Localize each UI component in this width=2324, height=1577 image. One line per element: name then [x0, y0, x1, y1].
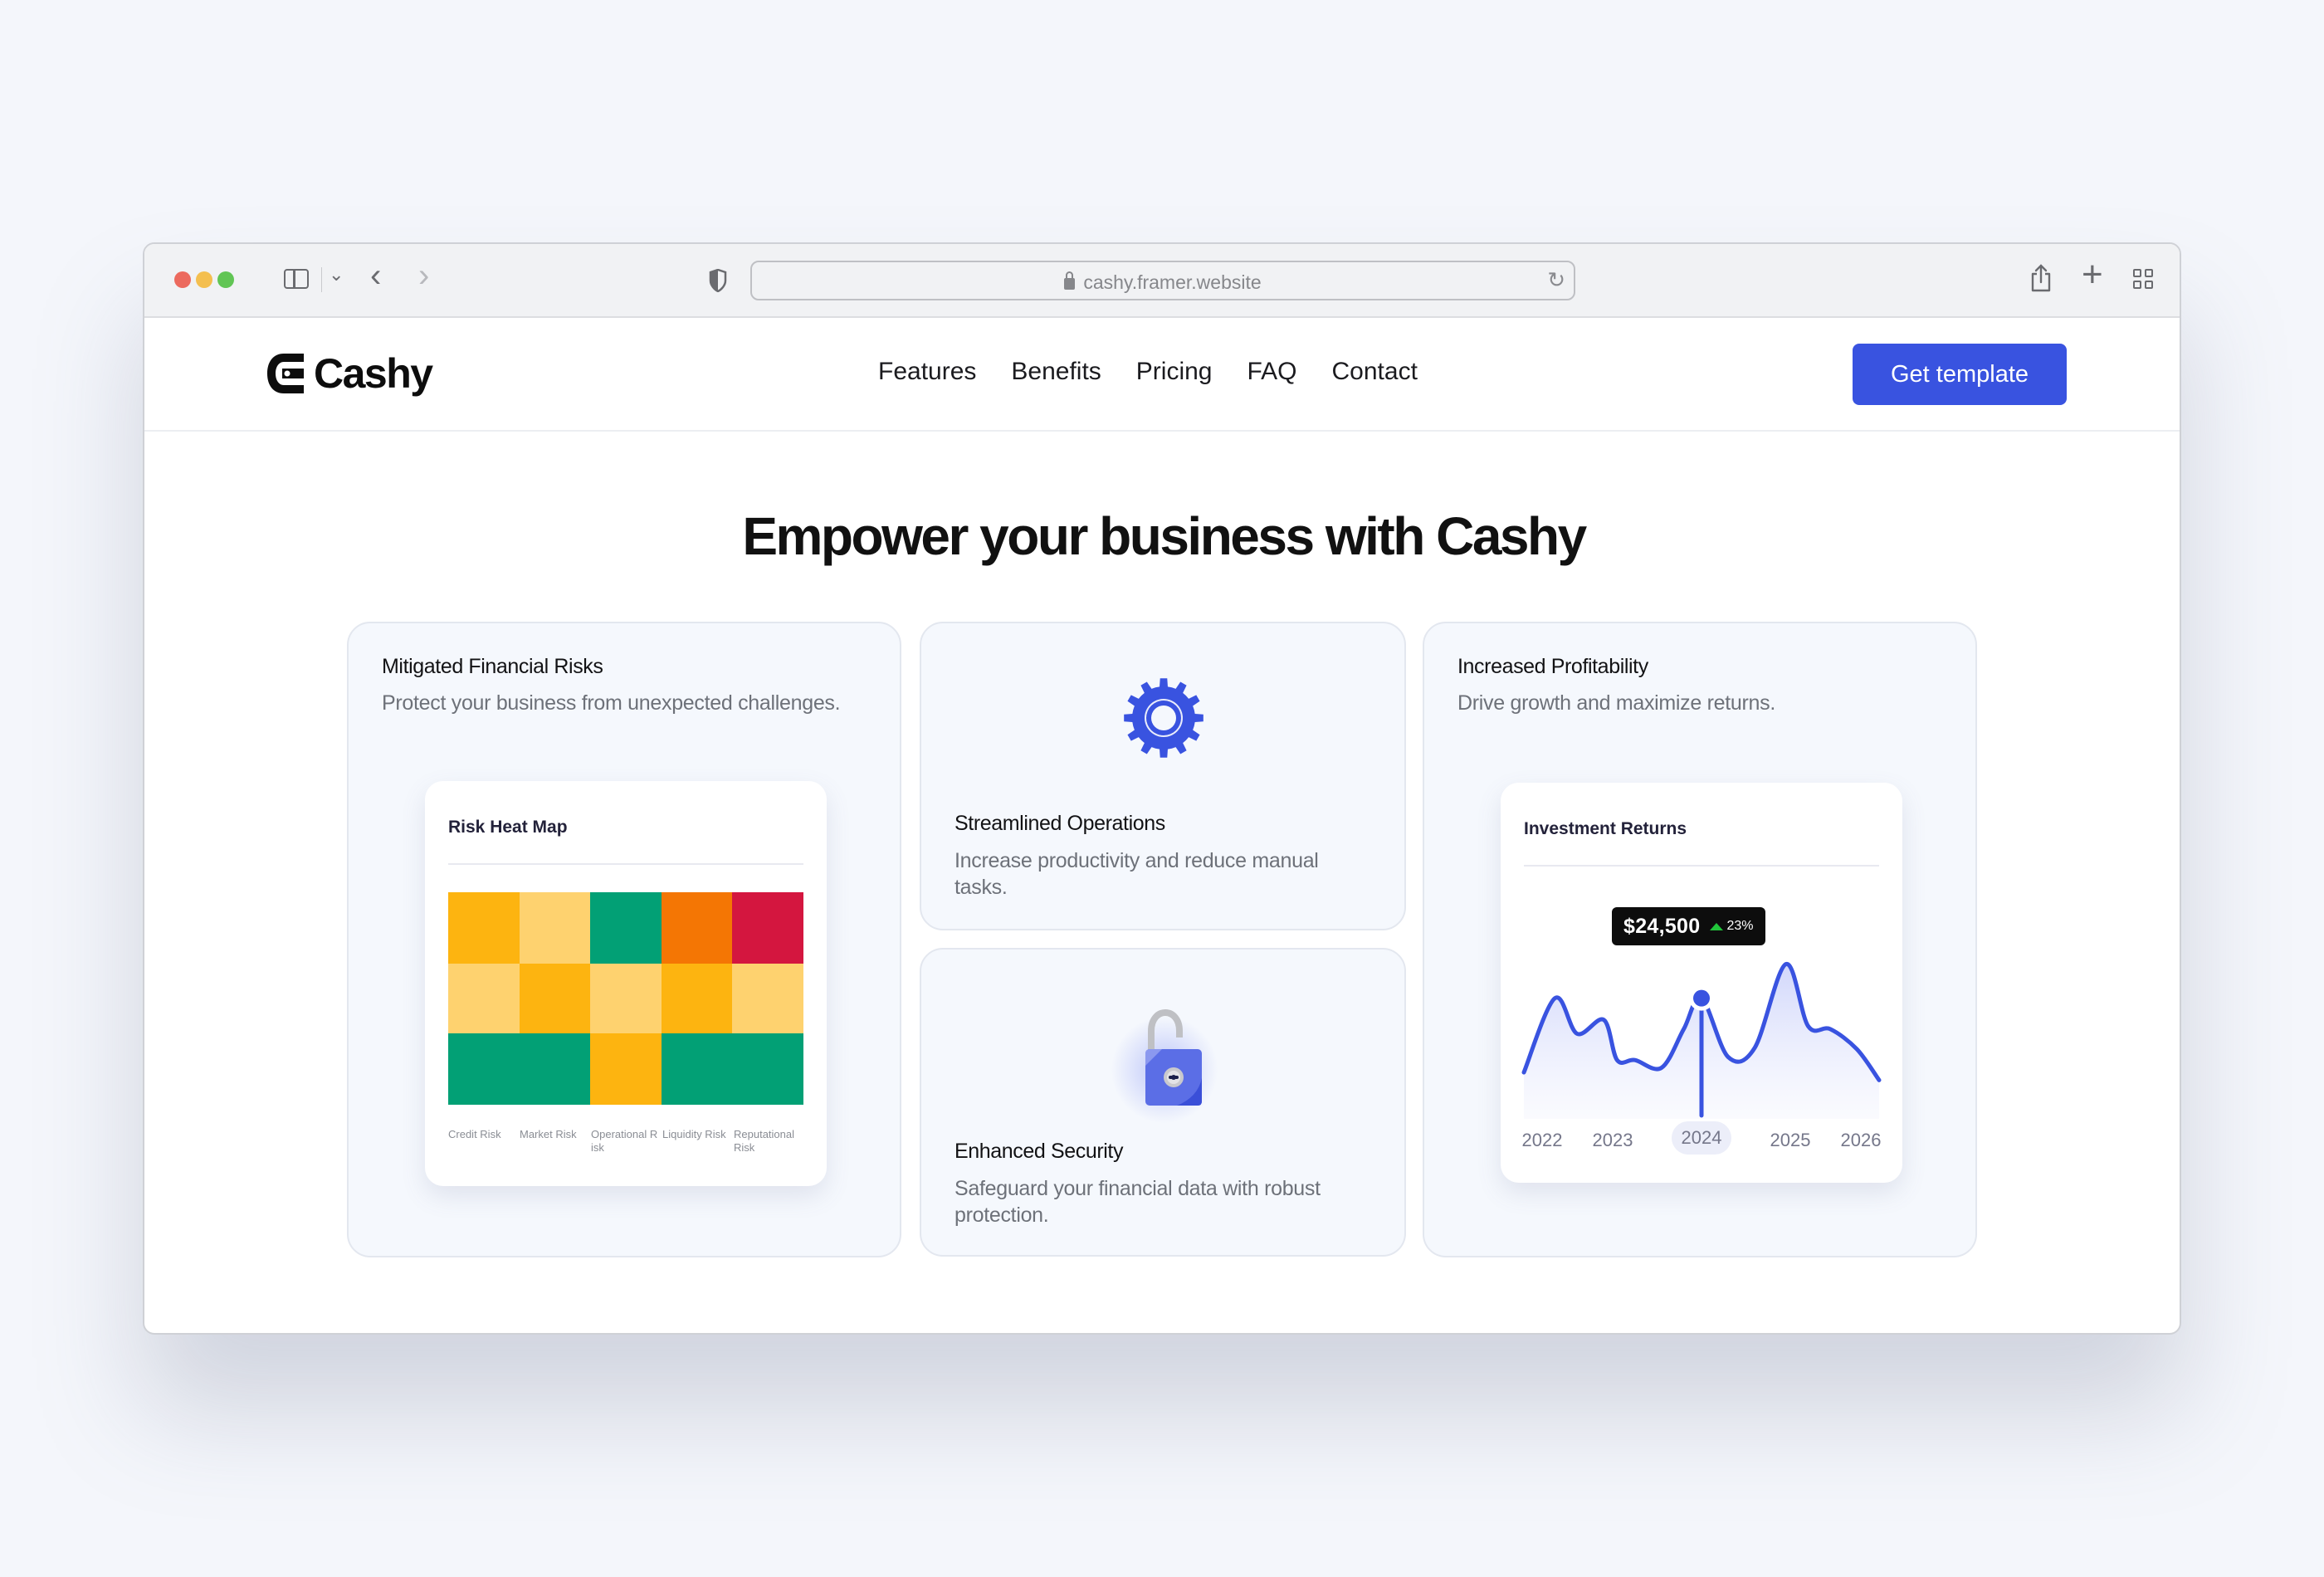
gear-icon	[1124, 678, 1204, 758]
risk-heat-map-widget: Risk Heat Map Credit Risk Market Risk Oper…	[425, 781, 827, 1186]
heat-map-label: Reputational Risk	[734, 1128, 794, 1154]
card-description: Drive growth and maximize returns.	[1457, 691, 1775, 715]
heat-cell-safe	[590, 892, 662, 964]
card-title: Streamlined Operations	[954, 812, 1165, 835]
heat-cell-low	[590, 964, 662, 1033]
tooltip-value: $24,500	[1623, 914, 1701, 938]
investment-returns-widget: Investment Returns $24,500 23% 2022 2023 2…	[1501, 783, 1902, 1183]
padlock-illustration	[1094, 991, 1235, 1132]
heat-cell-safe	[732, 1033, 803, 1105]
feature-card-profitability: Increased Profitability Drive growth and…	[1423, 622, 1977, 1257]
x-tick-label[interactable]: 2025	[1760, 1130, 1820, 1151]
padlock-icon	[1145, 1008, 1202, 1106]
card-description: Protect your business from unexpected ch…	[382, 691, 841, 715]
browser-window: ⌄ ‹ › cashy.framer.website ↻ + Cashy Fea…	[143, 242, 2181, 1335]
x-tick-label[interactable]: 2022	[1512, 1130, 1572, 1151]
heat-cell-safe	[661, 1033, 733, 1105]
heat-cell-safe	[519, 1033, 591, 1105]
heat-map-axis: Credit Risk Market Risk Operational Risk Li…	[448, 1128, 813, 1155]
heat-cell-safe	[448, 1033, 520, 1105]
page-content: Empower your business with Cashy Mitigat…	[144, 244, 2180, 1333]
heat-map-label: Credit Risk	[448, 1128, 501, 1140]
heat-cell-medium	[519, 964, 591, 1033]
heat-cell-low	[732, 964, 803, 1033]
heat-map-label: Operational Risk	[591, 1128, 658, 1154]
card-title: Increased Profitability	[1457, 655, 1648, 678]
heat-map-label: Liquidity Risk	[662, 1128, 726, 1140]
heat-cell-low	[519, 892, 591, 964]
section-title: Empower your business with Cashy	[742, 506, 1587, 566]
widget-title: Risk Heat Map	[448, 818, 568, 837]
heat-map-grid	[448, 892, 803, 1105]
heat-cell-high	[732, 892, 803, 964]
x-tick-label[interactable]: 2023	[1583, 1130, 1643, 1151]
card-title: Mitigated Financial Risks	[382, 655, 603, 678]
arrow-up-icon	[1710, 922, 1724, 930]
highlight-point[interactable]	[1693, 989, 1710, 1007]
heat-cell-medium	[661, 964, 733, 1033]
card-description: Safeguard your financial data with robus…	[954, 1177, 1321, 1227]
tooltip-change-value: 23%	[1726, 919, 1754, 933]
chart-tooltip: $24,500 23%	[1612, 907, 1765, 945]
feature-card-security: Enhanced Security Safeguard your financi…	[920, 948, 1406, 1257]
card-description: Increase productivity and reduce manual …	[954, 849, 1319, 899]
heat-cell-medium	[448, 892, 520, 964]
widget-divider	[448, 863, 803, 865]
feature-card-operations: Streamlined Operations Increase producti…	[920, 622, 1406, 930]
x-tick-label[interactable]: 2024	[1672, 1121, 1731, 1155]
card-title: Enhanced Security	[954, 1140, 1124, 1163]
x-tick-label[interactable]: 2026	[1831, 1130, 1891, 1151]
heat-cell-low	[448, 964, 520, 1033]
tooltip-change: 23%	[1710, 919, 1754, 934]
heat-cell-medium	[590, 1033, 662, 1105]
heat-cell-elevated	[661, 892, 733, 964]
heat-map-label: Market Risk	[520, 1128, 577, 1140]
feature-card-risk: Mitigated Financial Risks Protect your b…	[347, 622, 901, 1257]
